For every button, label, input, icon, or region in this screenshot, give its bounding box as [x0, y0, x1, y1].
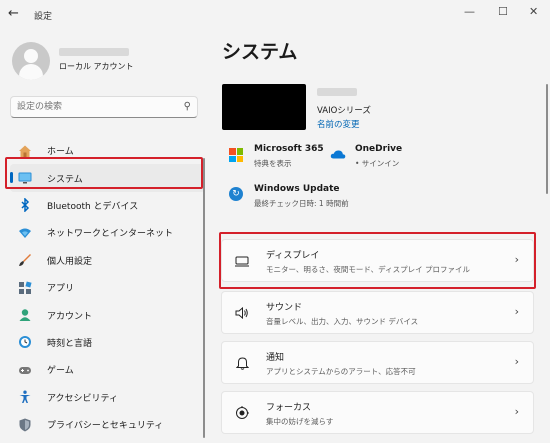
- user-name-redacted: [59, 48, 129, 56]
- setting-card-focus[interactable]: フォーカス 集中の妨げを減らす ›: [221, 391, 534, 434]
- display-highlight-box: [219, 232, 536, 289]
- gaming-icon: [18, 363, 32, 377]
- search-input[interactable]: [17, 100, 177, 114]
- sidebar-item-gaming[interactable]: ゲーム: [10, 356, 205, 383]
- sidebar-item-label: アクセシビリティ: [47, 393, 119, 404]
- setting-card-notifications[interactable]: 通知 アプリとシステムからのアラート、応答不可 ›: [221, 341, 534, 384]
- card-title: 通知: [266, 353, 285, 363]
- sidebar-item-personalization[interactable]: 個人用設定: [10, 247, 205, 274]
- microsoft365-icon: [229, 148, 243, 162]
- chevron-right-icon: ›: [514, 305, 519, 318]
- chevron-right-icon: ›: [514, 355, 519, 368]
- sidebar-highlight-box: [5, 157, 203, 189]
- bell-icon: [234, 355, 250, 371]
- back-arrow-icon[interactable]: ←: [8, 6, 19, 21]
- windows-update-title: Windows Update: [254, 184, 340, 194]
- sidebar-item-label: ネットワークとインターネット: [47, 229, 174, 240]
- bluetooth-icon: [18, 198, 32, 213]
- sidebar-item-label: プライバシーとセキュリティ: [47, 421, 164, 432]
- chevron-right-icon: ›: [514, 405, 519, 418]
- speaker-icon: [234, 305, 250, 321]
- device-image: [222, 84, 306, 130]
- device-model: VAIOシリーズ: [317, 106, 371, 116]
- sidebar-item-label: ホーム: [47, 147, 74, 158]
- sidebar-item-network[interactable]: ネットワークとインターネット: [10, 219, 205, 246]
- sidebar-item-label: 時刻と言語: [47, 338, 93, 349]
- page-title: システム: [222, 41, 298, 63]
- settings-search-box[interactable]: ⚲: [10, 96, 198, 118]
- sidebar-scrollbar[interactable]: [203, 158, 205, 438]
- main-scrollbar[interactable]: [546, 84, 548, 194]
- account-icon: [18, 308, 32, 322]
- sidebar-item-privacy-security[interactable]: プライバシーとセキュリティ: [10, 411, 205, 438]
- setting-card-sound[interactable]: サウンド 音量レベル、出力、入力、サウンド デバイス ›: [221, 291, 534, 334]
- accessibility-icon: [18, 390, 32, 404]
- sidebar-item-label: ゲーム: [47, 366, 74, 377]
- close-icon[interactable]: ✕: [529, 5, 538, 18]
- wifi-icon: [18, 226, 32, 240]
- sidebar-item-apps[interactable]: アプリ: [10, 274, 205, 301]
- time-language-icon: [18, 335, 32, 349]
- onedrive-title: OneDrive: [355, 144, 403, 154]
- windows-update-icon: ↻: [229, 187, 243, 201]
- onedrive-icon: [330, 150, 346, 159]
- card-subtitle: 集中の妨げを減らす: [266, 417, 334, 426]
- card-title: サウンド: [266, 303, 303, 313]
- sidebar-item-bluetooth[interactable]: Bluetooth とデバイス: [10, 192, 205, 219]
- apps-icon: [18, 281, 32, 295]
- microsoft365-title: Microsoft 365: [254, 144, 324, 154]
- sidebar-item-label: Bluetooth とデバイス: [47, 201, 139, 212]
- maximize-icon[interactable]: ☐: [498, 5, 508, 18]
- brush-icon: [18, 253, 32, 267]
- search-icon[interactable]: ⚲: [184, 101, 191, 112]
- windows-update-subtitle: 最終チェック日時: 1 時間前: [254, 199, 349, 208]
- rename-link[interactable]: 名前の変更: [317, 118, 360, 130]
- focus-icon: [234, 405, 250, 421]
- minimize-icon[interactable]: —: [464, 5, 475, 18]
- sidebar-item-accessibility[interactable]: アクセシビリティ: [10, 384, 205, 411]
- title-bar: ← 設定 — ☐ ✕: [0, 0, 550, 30]
- card-title: フォーカス: [266, 403, 312, 413]
- microsoft365-subtitle: 特典を表示: [254, 159, 292, 168]
- sidebar-item-label: アカウント: [47, 311, 93, 322]
- sidebar-item-accounts[interactable]: アカウント: [10, 301, 205, 328]
- avatar: [12, 42, 50, 80]
- sidebar-item-label: 個人用設定: [47, 256, 93, 267]
- card-subtitle: 音量レベル、出力、入力、サウンド デバイス: [266, 317, 419, 326]
- sidebar-item-time-language[interactable]: 時刻と言語: [10, 329, 205, 356]
- card-subtitle: アプリとシステムからのアラート、応答不可: [266, 367, 416, 376]
- home-icon: [18, 144, 32, 158]
- app-title: 設定: [34, 12, 53, 22]
- device-name-redacted: [317, 88, 357, 96]
- shield-icon: [18, 418, 32, 432]
- onedrive-subtitle: • サインイン: [355, 159, 400, 168]
- sidebar-item-label: アプリ: [47, 284, 75, 295]
- account-type: ローカル アカウント: [59, 62, 134, 71]
